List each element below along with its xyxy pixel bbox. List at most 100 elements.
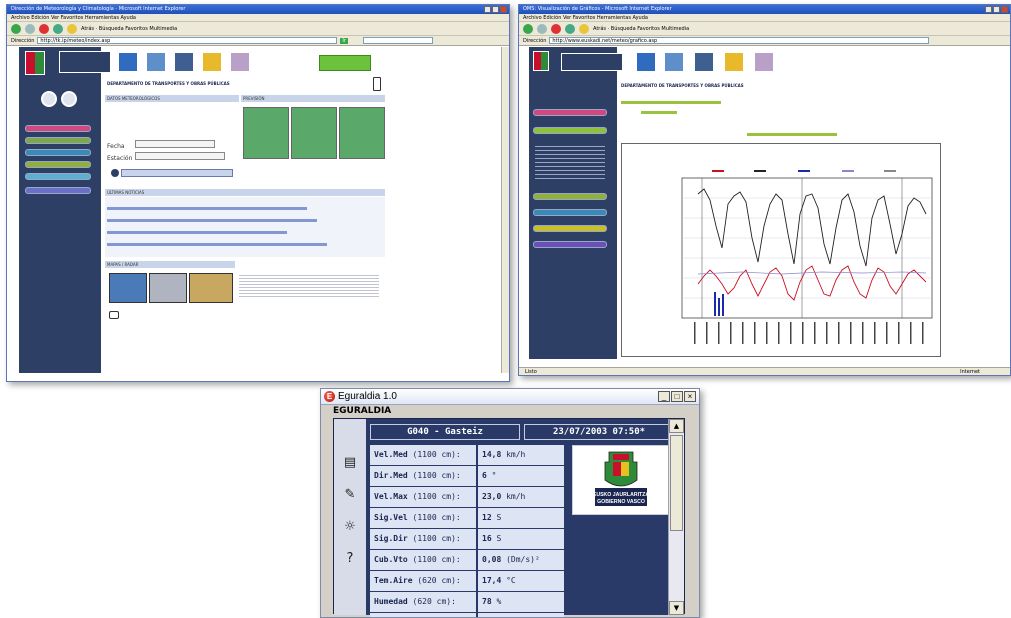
- forward-icon[interactable]: [537, 23, 547, 34]
- measurement-height: (620 cm):: [417, 576, 461, 585]
- nav-button-5[interactable]: [25, 173, 91, 180]
- address-input[interactable]: http://www.euskadi.net/meteo/grafico.asp: [549, 37, 930, 44]
- right-header-icon-4[interactable]: [725, 53, 743, 71]
- measurement-row: Vel.Med (1100 cm): 14,8 km/h: [370, 445, 566, 466]
- measurement-value-cell: 23,0 km/h: [478, 487, 564, 507]
- nav-button-4[interactable]: [25, 161, 91, 168]
- news-link-3[interactable]: [107, 231, 287, 234]
- info-icon[interactable]: [111, 169, 119, 177]
- measurement-row: Precip. (420 cm):0,0 mm: [370, 613, 566, 617]
- news-link-2[interactable]: [107, 219, 317, 222]
- refresh-icon[interactable]: [53, 23, 63, 34]
- map-thumb-1[interactable]: [109, 273, 147, 303]
- map-thumb-2[interactable]: [149, 273, 187, 303]
- header-icon-2[interactable]: [147, 53, 165, 71]
- measurement-value-cell: 14,8 km/h: [478, 445, 564, 465]
- nav-button-3[interactable]: [25, 149, 91, 156]
- right-nav-button-4[interactable]: [533, 209, 607, 216]
- header-icon-1[interactable]: [119, 53, 137, 71]
- maximize-button[interactable]: [993, 6, 1000, 13]
- gobierno-vasco-logo: EUSKO JAURLARITZA GOBIERNO VASCO: [572, 445, 670, 515]
- right-nav-button-6[interactable]: [533, 241, 607, 248]
- measurement-height: (1100 cm):: [412, 534, 461, 543]
- right-header-icon-2[interactable]: [665, 53, 683, 71]
- help-icon[interactable]: ?: [342, 551, 358, 567]
- news-link-1[interactable]: [107, 207, 307, 210]
- left-window-title: Dirección de Meteorología y Climatología…: [11, 6, 186, 12]
- right-breadcrumb-line-2[interactable]: [641, 111, 677, 114]
- maximize-button[interactable]: [492, 6, 499, 13]
- close-button[interactable]: [1001, 6, 1008, 13]
- right-nav-button-3[interactable]: [533, 193, 607, 200]
- right-nav-button-2[interactable]: [533, 127, 607, 134]
- right-header-icon-3[interactable]: [695, 53, 713, 71]
- forecast-map-3[interactable]: [339, 107, 385, 159]
- settings-icon[interactable]: ☼: [342, 519, 358, 535]
- map-thumb-3[interactable]: [189, 273, 233, 303]
- tools-icon[interactable]: ✎: [342, 487, 358, 503]
- right-toolbar-labels[interactable]: Atrás · Búsqueda Favoritos Multimedia: [593, 26, 689, 32]
- scroll-down-arrow[interactable]: ▼: [669, 601, 684, 615]
- back-icon[interactable]: [11, 23, 21, 34]
- nav-button-6[interactable]: [25, 187, 91, 194]
- refresh-icon[interactable]: [565, 23, 575, 34]
- logo-text-line-2: GOBIERNO VASCO: [597, 499, 645, 505]
- nav-circle-left[interactable]: [41, 91, 57, 107]
- home-icon[interactable]: [67, 23, 77, 34]
- nav-button-1[interactable]: [25, 125, 91, 132]
- right-nav-button-1[interactable]: [533, 109, 607, 116]
- right-breadcrumb-line-1[interactable]: [621, 101, 721, 104]
- camera-icon[interactable]: [109, 311, 119, 319]
- right-nav-button-5[interactable]: [533, 225, 607, 232]
- left-page-scrollbar[interactable]: [501, 47, 509, 373]
- search-field[interactable]: [362, 37, 433, 44]
- fecha-select[interactable]: [135, 140, 215, 148]
- address-input[interactable]: http://tk.ip/meteo/index.asp: [37, 37, 338, 44]
- news-link-4[interactable]: [107, 243, 327, 246]
- minimize-button[interactable]: _: [658, 391, 670, 402]
- nav-button-2[interactable]: [25, 137, 91, 144]
- chart-icon[interactable]: ▤: [342, 455, 358, 471]
- green-banner-button[interactable]: [319, 55, 371, 71]
- left-menubar[interactable]: Archivo Edición Ver Favoritos Herramient…: [7, 14, 509, 22]
- measurement-label: Dir.Med (1100 cm):: [370, 466, 478, 486]
- eguraldia-scrollbar[interactable]: ▲ ▼: [668, 419, 684, 615]
- header-icon-5[interactable]: [231, 53, 249, 71]
- nav-circle-right[interactable]: [61, 91, 77, 107]
- measurement-label: Cub.Vto (1100 cm):: [370, 550, 478, 570]
- close-button[interactable]: ×: [684, 391, 696, 402]
- right-menubar[interactable]: Archivo Edición Ver Favoritos Herramient…: [519, 14, 1010, 22]
- action-buttons[interactable]: [121, 169, 233, 177]
- maximize-button[interactable]: □: [671, 391, 683, 402]
- forecast-map-2[interactable]: [291, 107, 337, 159]
- right-header-icon-1[interactable]: [637, 53, 655, 71]
- scroll-up-arrow[interactable]: ▲: [669, 419, 684, 433]
- measurement-name: Sig.Vel: [374, 513, 408, 522]
- stop-icon[interactable]: [39, 23, 49, 34]
- forecast-map-1[interactable]: [243, 107, 289, 159]
- scroll-thumb[interactable]: [670, 435, 683, 531]
- forward-icon[interactable]: [25, 23, 35, 34]
- right-nav-panel: [529, 47, 617, 359]
- legend-swatch-4: [842, 170, 854, 172]
- minimize-button[interactable]: [484, 6, 491, 13]
- close-button[interactable]: [500, 6, 507, 13]
- left-toolbar-labels[interactable]: Atrás · Búsqueda Favoritos Multimedia: [81, 26, 177, 32]
- estacion-select[interactable]: [135, 152, 225, 160]
- basque-government-emblem: EUSKO JAURLARITZA GOBIERNO VASCO: [593, 451, 649, 506]
- go-button[interactable]: Ir: [340, 37, 348, 44]
- measurement-unit: S: [496, 534, 502, 543]
- minimize-button[interactable]: [985, 6, 992, 13]
- header-icon-3[interactable]: [175, 53, 193, 71]
- left-nav-panel: [19, 47, 101, 373]
- back-icon[interactable]: [523, 23, 533, 34]
- address-label: Dirección: [11, 37, 35, 44]
- eguraldia-sidebar: ▤ ✎ ☼ ?: [334, 419, 366, 615]
- header-icon-4[interactable]: [203, 53, 221, 71]
- measurement-value: 23,0: [482, 492, 502, 501]
- stop-icon[interactable]: [551, 23, 561, 34]
- measurement-unit: km/h: [506, 450, 526, 459]
- home-icon[interactable]: [579, 23, 589, 34]
- right-header-logo-box: [561, 53, 623, 71]
- right-header-icon-5[interactable]: [755, 53, 773, 71]
